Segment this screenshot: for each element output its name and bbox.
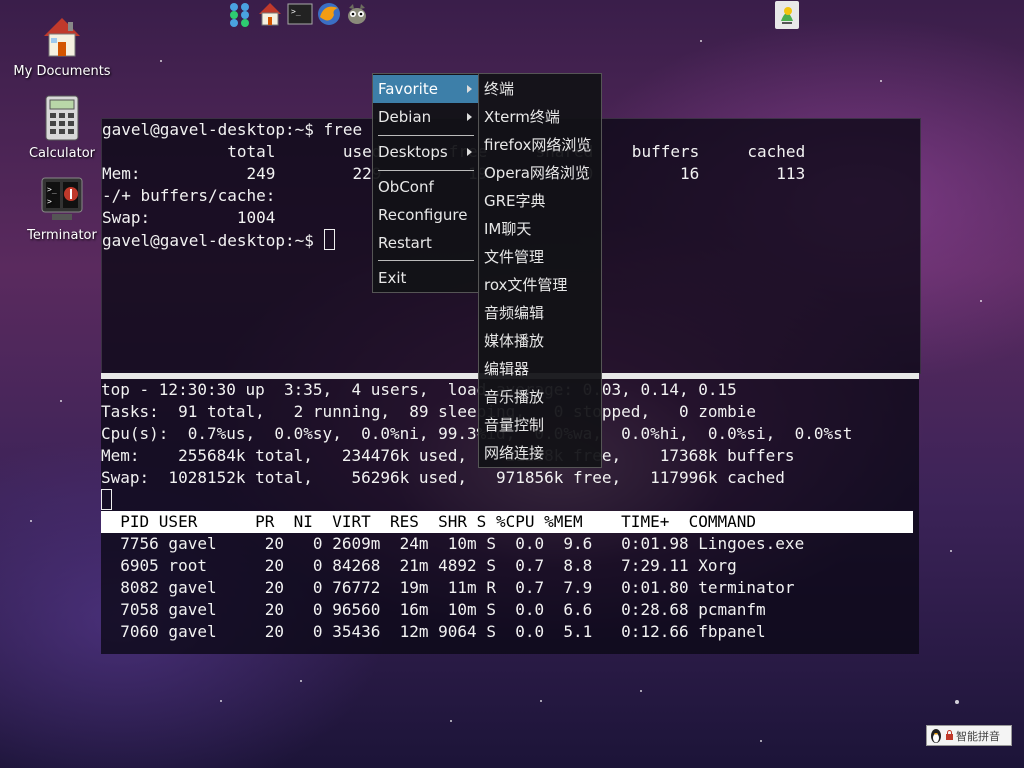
menu-item-label: Favorite — [378, 80, 438, 98]
menu-item-debian[interactable]: Debian — [373, 103, 479, 131]
submenu-item[interactable]: 终端 — [479, 75, 601, 103]
menu-separator — [378, 260, 474, 261]
apps-grid-icon[interactable] — [227, 1, 253, 27]
submenu-item[interactable]: 音乐播放 — [479, 383, 601, 411]
table-row: 7060 gavel 20 0 35436 12m 9064 S 0.0 5.1… — [101, 622, 766, 641]
submenu-item[interactable]: 文件管理 — [479, 243, 601, 271]
menu-item-label: Reconfigure — [378, 206, 468, 224]
top-cursor-line — [101, 489, 919, 511]
svg-text:>: > — [47, 197, 52, 206]
menu-item-obconf[interactable]: ObConf — [373, 173, 479, 201]
submenu-item[interactable]: firefox网络浏览 — [479, 131, 601, 159]
submenu-item[interactable]: 音量控制 — [479, 411, 601, 439]
table-row: 7756 gavel 20 0 2609m 24m 10m S 0.0 9.6 … — [101, 534, 805, 553]
submenu-item[interactable]: 编辑器 — [479, 355, 601, 383]
submenu-item[interactable]: Xterm终端 — [479, 103, 601, 131]
desktop-icon-my-documents[interactable]: My Documents — [7, 12, 117, 79]
svg-text:>_: >_ — [291, 7, 301, 16]
desktop-icon-label: My Documents — [13, 64, 111, 79]
submenu-item[interactable]: IM聊天 — [479, 215, 601, 243]
menu-item-label: Restart — [378, 234, 432, 252]
submenu-item[interactable]: 媒体播放 — [479, 327, 601, 355]
submenu-item[interactable]: 音频编辑 — [479, 299, 601, 327]
submenu-arrow-icon — [467, 85, 472, 93]
submenu-item[interactable]: 网络连接 — [479, 439, 601, 467]
menu-item-favorite[interactable]: Favorite — [373, 75, 479, 103]
root-menu: Favorite Debian Desktops ObConf Reconfig… — [372, 73, 480, 293]
home-folder-icon[interactable] — [257, 1, 283, 27]
table-row: 8082 gavel 20 0 76772 19m 11m R 0.7 7.9 … — [101, 578, 795, 597]
ime-indicator[interactable]: 智能拼音 — [926, 725, 1012, 746]
menu-item-restart[interactable]: Restart — [373, 229, 479, 257]
menu-separator — [378, 135, 474, 136]
menu-item-label: ObConf — [378, 178, 434, 196]
terminal-icon[interactable]: >_ — [287, 1, 313, 27]
menu-item-exit[interactable]: Exit — [373, 264, 479, 292]
menu-item-label: Debian — [378, 108, 432, 126]
table-row: 6905 root 20 0 84268 21m 4892 S 0.7 8.8 … — [101, 556, 737, 575]
table-row: 7058 gavel 20 0 96560 16m 10m S 0.0 6.6 … — [101, 600, 766, 619]
notification-icon[interactable] — [775, 1, 799, 29]
favorite-submenu: 终端 Xterm终端 firefox网络浏览 Opera网络浏览 GRE字典 I… — [478, 73, 602, 468]
terminator-icon: >_ > — [38, 176, 86, 224]
menu-item-reconfigure[interactable]: Reconfigure — [373, 201, 479, 229]
menu-separator — [378, 170, 474, 171]
submenu-item[interactable]: Opera网络浏览 — [479, 159, 601, 187]
penguin-icon — [931, 729, 941, 743]
terminal-prompt: gavel@gavel-desktop:~$ — [102, 231, 324, 250]
process-header-text: PID USER PR NI VIRT RES SHR S %CPU %MEM … — [101, 512, 757, 531]
firefox-icon[interactable] — [316, 1, 342, 27]
home-folder-icon — [38, 12, 86, 60]
submenu-arrow-icon — [467, 148, 472, 156]
submenu-item[interactable]: rox文件管理 — [479, 271, 601, 299]
gimp-icon[interactable] — [344, 1, 370, 27]
menu-item-desktops[interactable]: Desktops — [373, 138, 479, 166]
submenu-arrow-icon — [467, 113, 472, 121]
menu-item-label: Desktops — [378, 143, 448, 161]
ime-label: 智能拼音 — [956, 730, 1000, 743]
terminal-cursor — [323, 229, 335, 250]
process-table-header: PID USER PR NI VIRT RES SHR S %CPU %MEM … — [101, 511, 913, 533]
menu-item-label: Exit — [378, 269, 407, 287]
submenu-item[interactable]: GRE字典 — [479, 187, 601, 215]
svg-text:>_: >_ — [47, 185, 57, 194]
top-summary-line: Swap: 1028152k total, 56296k used, 97185… — [101, 468, 785, 487]
lock-icon — [946, 730, 953, 740]
terminal-cursor — [101, 489, 112, 510]
calculator-icon — [38, 94, 86, 142]
